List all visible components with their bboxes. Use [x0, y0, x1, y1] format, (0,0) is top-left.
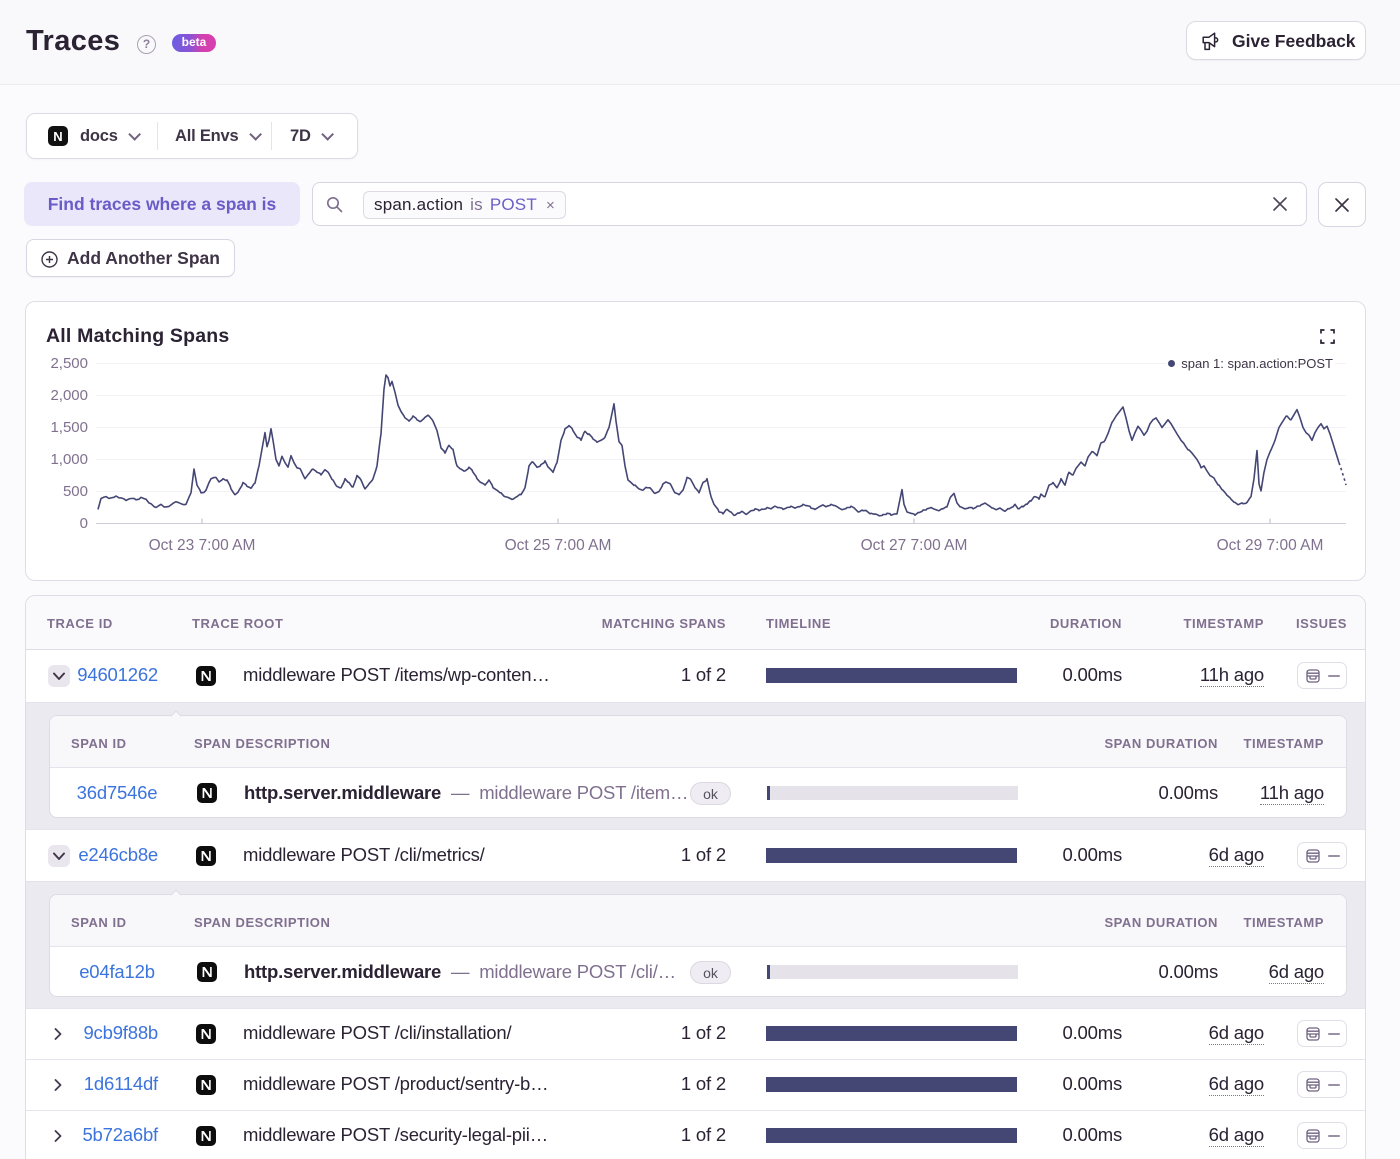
- svg-text:N: N: [53, 129, 62, 144]
- svg-text:1,000: 1,000: [50, 451, 88, 468]
- svg-text:Oct 27 7:00 AM: Oct 27 7:00 AM: [861, 537, 968, 554]
- svg-text:Oct 25 7:00 AM: Oct 25 7:00 AM: [505, 537, 612, 554]
- svg-text:0: 0: [80, 515, 88, 532]
- svg-text:2,500: 2,500: [50, 355, 88, 372]
- svg-text:Oct 23 7:00 AM: Oct 23 7:00 AM: [149, 537, 256, 554]
- svg-text:1,500: 1,500: [50, 419, 88, 436]
- svg-text:Oct 29 7:00 AM: Oct 29 7:00 AM: [1217, 537, 1324, 554]
- svg-text:2,000: 2,000: [50, 387, 88, 404]
- svg-text:500: 500: [63, 483, 88, 500]
